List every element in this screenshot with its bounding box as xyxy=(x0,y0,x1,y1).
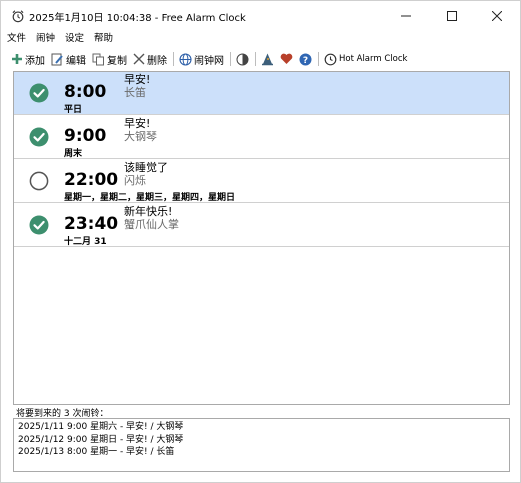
toolbar-separator xyxy=(318,52,319,66)
alarm-clock-icon xyxy=(12,10,24,23)
wizard-hat-icon xyxy=(262,53,273,65)
plus-icon xyxy=(12,54,22,64)
check-circle-icon[interactable] xyxy=(29,83,49,103)
maximize-icon xyxy=(447,11,457,21)
alarm-time: 9:00 xyxy=(64,126,107,146)
menu-file[interactable]: 文件 xyxy=(1,31,30,47)
alarm-row[interactable]: 23:40 十二月 31 新年快乐! 蟹爪仙人掌 xyxy=(14,204,509,247)
window-title: 2025年1月10日 10:04:38 - Free Alarm Clock xyxy=(29,12,246,24)
alarm-row[interactable]: 8:00 平日 早安! 长笛 xyxy=(14,72,509,115)
app-window: 2025年1月10日 10:04:38 - Free Alarm Clock 文… xyxy=(0,0,521,483)
add-label: 添加 xyxy=(25,55,45,67)
toolbar-separator xyxy=(173,52,174,66)
contrast-icon xyxy=(236,53,249,65)
delete-icon xyxy=(133,53,145,65)
alarm-message: 早安! xyxy=(124,117,151,130)
alarm-message: 该睡觉了 xyxy=(124,161,168,174)
alarm-sound: 长笛 xyxy=(124,86,146,99)
close-icon xyxy=(492,11,502,21)
alarm-list[interactable]: 8:00 平日 早安! 长笛 9:00 周末 早安! 大钢琴 22:00 星期一… xyxy=(13,71,510,405)
svg-text:?: ? xyxy=(303,56,308,66)
clock-icon xyxy=(324,53,337,65)
alarm-sound: 大钢琴 xyxy=(124,130,157,143)
globe-icon xyxy=(179,52,192,66)
heart-icon xyxy=(280,53,293,64)
edit-button[interactable]: 编辑 xyxy=(51,52,86,67)
alarm-message: 新年快乐! xyxy=(124,205,173,218)
menu-bar: 文件 闹钟 设定 帮助 xyxy=(1,31,117,47)
website-button[interactable]: 闹钟网 xyxy=(179,52,224,67)
delete-label: 删除 xyxy=(147,55,167,67)
website-label: 闹钟网 xyxy=(194,55,224,67)
maximize-button[interactable] xyxy=(429,1,475,31)
copy-icon xyxy=(92,53,104,65)
close-button[interactable] xyxy=(474,1,520,31)
alarm-time: 8:00 xyxy=(64,82,107,102)
title-bar: 2025年1月10日 10:04:38 - Free Alarm Clock xyxy=(1,1,520,31)
alarm-days: 周末 xyxy=(64,149,83,159)
upcoming-item: 2025/1/13 8:00 星期一 - 早安! / 长笛 xyxy=(18,447,175,457)
toolbar: 添加 编辑 复制 删除 闹钟网 ? Hot Alarm Clock xyxy=(11,49,413,69)
alarm-message: 早安! xyxy=(124,73,151,86)
menu-help[interactable]: 帮助 xyxy=(88,31,117,47)
minimize-button[interactable] xyxy=(383,1,429,31)
alarm-time: 22:00 xyxy=(64,170,119,190)
menu-settings[interactable]: 设定 xyxy=(59,31,88,47)
alarm-days: 星期一，星期二，星期三，星期四，星期日 xyxy=(64,193,236,203)
menu-alarm[interactable]: 闹钟 xyxy=(30,31,59,47)
add-button[interactable]: 添加 xyxy=(11,52,45,67)
edit-label: 编辑 xyxy=(66,55,86,67)
help-icon: ? xyxy=(299,53,312,66)
donate-button[interactable] xyxy=(280,53,293,65)
copy-button[interactable]: 复制 xyxy=(92,52,127,67)
upcoming-item: 2025/1/11 9:00 星期六 - 早安! / 大钢琴 xyxy=(18,422,184,432)
alarm-row[interactable]: 22:00 星期一，星期二，星期三，星期四，星期日 该睡觉了 闪烁 xyxy=(14,160,509,203)
hot-alarm-clock-button[interactable]: Hot Alarm Clock xyxy=(324,53,407,66)
empty-circle-icon[interactable] xyxy=(29,171,49,191)
hot-alarm-clock-label: Hot Alarm Clock xyxy=(339,54,408,64)
wizard-button[interactable] xyxy=(261,53,274,66)
theme-toggle-button[interactable] xyxy=(236,53,249,66)
alarm-row[interactable]: 9:00 周末 早安! 大钢琴 xyxy=(14,116,509,159)
delete-button[interactable]: 删除 xyxy=(133,52,167,67)
upcoming-item: 2025/1/12 9:00 星期日 - 早安! / 大钢琴 xyxy=(18,434,184,445)
copy-label: 复制 xyxy=(107,55,127,67)
toolbar-separator xyxy=(230,52,231,66)
alarm-sound: 蟹爪仙人掌 xyxy=(124,218,179,231)
alarm-days: 平日 xyxy=(64,105,83,115)
toolbar-separator xyxy=(255,52,256,66)
alarm-sound: 闪烁 xyxy=(124,174,146,187)
help-button[interactable]: ? xyxy=(299,53,312,66)
minimize-icon xyxy=(401,15,411,17)
check-circle-icon[interactable] xyxy=(29,127,49,147)
check-circle-icon[interactable] xyxy=(29,215,49,235)
edit-icon xyxy=(51,53,63,65)
alarm-days: 十二月 31 xyxy=(64,237,107,247)
upcoming-list: 2025/1/11 9:00 星期六 - 早安! / 大钢琴 2025/1/12… xyxy=(13,418,510,472)
alarm-time: 23:40 xyxy=(64,214,119,234)
